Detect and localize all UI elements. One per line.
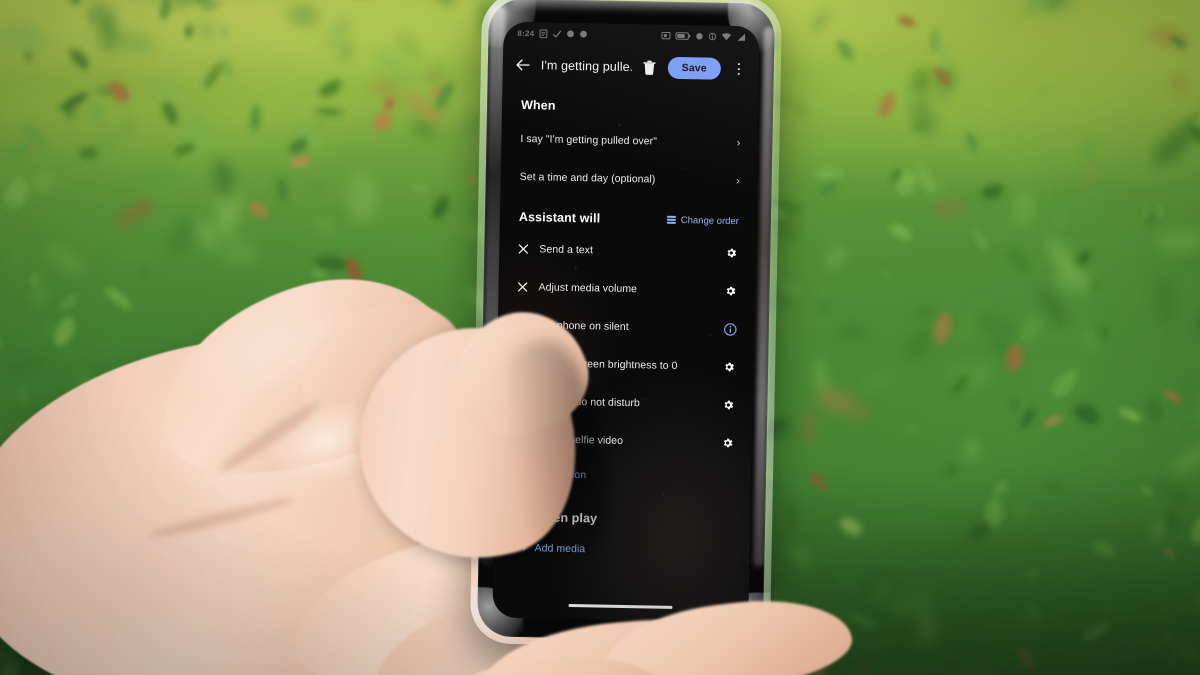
action-row[interactable]: Send a text <box>499 230 756 273</box>
add-media-label: Add media <box>535 542 586 555</box>
action-row[interactable]: Turn on do not disturb <box>496 382 753 425</box>
section-title-assistant-will: Assistant will <box>519 210 601 226</box>
close-icon[interactable] <box>515 396 531 406</box>
gear-icon[interactable] <box>719 399 737 411</box>
info-circle-icon <box>708 33 716 41</box>
when-trigger-row-schedule[interactable]: Set a time and day (optional) › <box>500 158 757 201</box>
action-row[interactable]: Adjust media volume <box>498 268 755 311</box>
status-bar-clock: 8:24 <box>517 28 534 37</box>
chevron-right-icon: › <box>737 138 741 149</box>
more-vertical-icon[interactable] <box>728 58 750 80</box>
app-bar: I'm getting pulle... Save <box>502 44 759 91</box>
trash-icon[interactable] <box>639 56 661 78</box>
action-label: Set my screen brightness to 0 <box>532 357 720 373</box>
smartphone: 8:24 I'm getting pulle... Save When I sa… <box>470 0 782 649</box>
signal-icon <box>736 33 745 41</box>
section-title-when: When <box>502 86 759 125</box>
action-label: Turn on do not disturb <box>531 395 719 411</box>
supporting-fingers <box>470 600 850 675</box>
close-icon[interactable] <box>518 244 534 254</box>
finger <box>598 589 857 675</box>
back-arrow-icon[interactable] <box>512 54 534 76</box>
gear-icon[interactable] <box>720 361 738 373</box>
close-icon[interactable] <box>516 358 532 368</box>
reorder-list-icon <box>667 216 676 224</box>
section-header-assistant-will: Assistant will Change order <box>500 196 757 235</box>
phone-screen: 8:24 I'm getting pulle... Save When I sa… <box>492 22 759 623</box>
add-action-button[interactable]: + Add action <box>495 458 752 495</box>
circle-icon <box>695 32 703 40</box>
action-label: Adjust media volume <box>533 281 721 297</box>
chevron-right-icon: › <box>736 176 740 187</box>
when-schedule-label: Set a time and day (optional) <box>520 171 656 186</box>
action-label: Send a text <box>534 243 722 259</box>
plus-icon: + <box>522 468 529 480</box>
when-trigger-label: I say "I'm getting pulled over" <box>520 133 657 148</box>
when-trigger-row-phrase[interactable]: I say "I'm getting pulled over" › <box>501 120 758 163</box>
close-icon[interactable] <box>517 320 533 330</box>
change-order-label: Change order <box>681 215 739 227</box>
change-order-button[interactable]: Change order <box>667 214 739 226</box>
circle-icon <box>566 30 574 38</box>
action-label: Take a selfie video <box>531 433 719 449</box>
cast-icon <box>661 31 670 40</box>
wifi-icon <box>721 33 731 41</box>
close-icon[interactable] <box>518 282 534 292</box>
add-media-button[interactable]: + Add media <box>493 532 750 569</box>
status-bar-left: 8:24 <box>517 28 587 38</box>
circle-icon <box>579 30 587 38</box>
action-row[interactable]: Set my screen brightness to 0 <box>497 344 754 387</box>
gear-icon[interactable] <box>719 437 737 449</box>
gear-icon[interactable] <box>721 285 739 297</box>
close-icon[interactable] <box>515 434 531 444</box>
plus-icon: + <box>520 542 527 554</box>
action-row[interactable]: Put phone on silent <box>498 306 755 349</box>
info-circle-icon[interactable] <box>721 322 739 335</box>
photo-scene: 8:24 I'm getting pulle... Save When I sa… <box>0 0 1200 675</box>
add-action-label: Add action <box>536 468 586 481</box>
action-row[interactable]: Take a selfie video <box>495 420 752 463</box>
status-bar-right <box>661 31 745 42</box>
check-icon <box>552 29 561 38</box>
save-button[interactable]: Save <box>668 57 722 80</box>
page-title: I'm getting pulle... <box>541 58 632 74</box>
gear-icon[interactable] <box>722 247 740 259</box>
note-icon <box>539 29 547 38</box>
action-label: Put phone on silent <box>533 319 721 335</box>
section-title-and-then-play: And then play <box>494 490 751 537</box>
battery-icon <box>675 32 690 40</box>
routine-editor-content: When I say "I'm getting pulled over" › S… <box>493 86 758 569</box>
